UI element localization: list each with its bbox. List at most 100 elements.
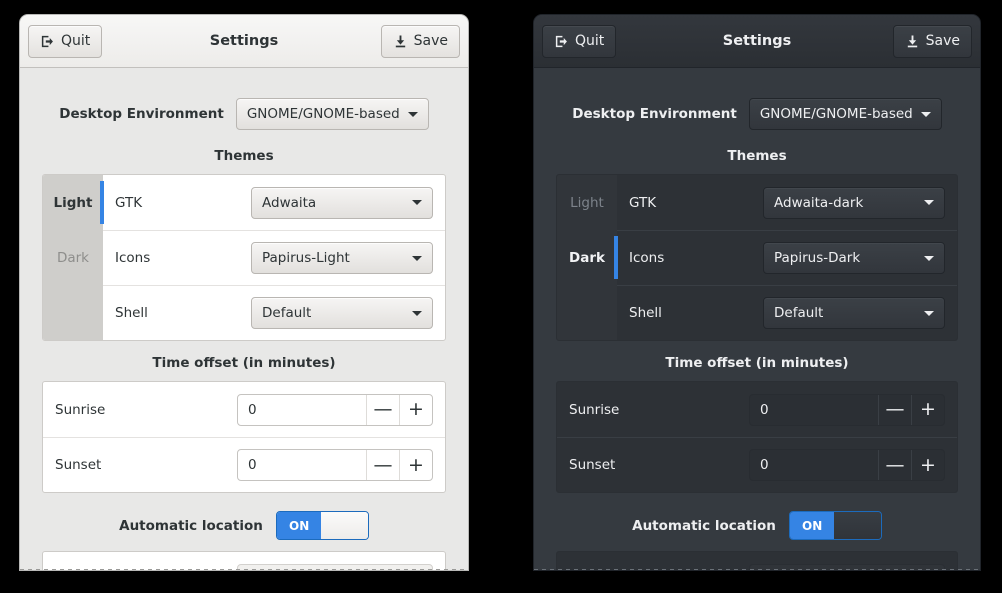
chevron-down-icon bbox=[412, 200, 422, 205]
sunset-stepper[interactable]: 0 — + bbox=[237, 449, 433, 481]
icons-theme-value: Papirus-Dark bbox=[774, 250, 861, 266]
automatic-location-toggle[interactable]: ON bbox=[275, 511, 369, 540]
sunrise-decrement-button[interactable]: — bbox=[878, 394, 911, 425]
icons-theme-value: Papirus-Light bbox=[262, 250, 350, 266]
header-bar: Quit Settings Save bbox=[534, 15, 980, 68]
sunrise-label: Sunrise bbox=[569, 401, 620, 418]
theme-rows: GTK Adwaita Icons Papirus-Light Shell De… bbox=[103, 175, 445, 340]
sidebar-item-light[interactable]: Light bbox=[557, 175, 617, 230]
automatic-location-label: Automatic location bbox=[119, 517, 263, 534]
sunrise-label: Sunrise bbox=[55, 401, 106, 418]
icons-theme-dropdown[interactable]: Papirus-Dark bbox=[763, 242, 945, 274]
sunset-stepper[interactable]: 0 — + bbox=[749, 449, 945, 481]
sunset-label: Sunset bbox=[55, 457, 102, 473]
window-bottom-edge bbox=[534, 569, 980, 570]
sidebar-item-dark-label: Dark bbox=[569, 249, 605, 266]
sunset-value[interactable]: 0 bbox=[750, 450, 878, 480]
desktop-environment-value: GNOME/GNOME-based bbox=[246, 106, 400, 122]
sunset-decrement-button[interactable]: — bbox=[366, 450, 399, 480]
sunrise-stepper[interactable]: 0 — + bbox=[749, 393, 945, 426]
table-row: Sunrise 0 — + bbox=[43, 382, 445, 437]
time-offset-section-title: Time offset (in minutes) bbox=[665, 355, 849, 371]
download-icon bbox=[393, 34, 408, 49]
theme-variant-sidebar: Light Dark bbox=[557, 175, 618, 340]
icons-theme-label: Icons bbox=[115, 250, 151, 266]
icons-theme-dropdown[interactable]: Papirus-Light bbox=[251, 242, 433, 274]
toggle-on-label: ON bbox=[789, 512, 835, 539]
sidebar-item-dark[interactable]: Dark bbox=[43, 230, 103, 285]
sunset-decrement-button[interactable]: — bbox=[878, 450, 911, 480]
table-row: Shell Default bbox=[103, 285, 445, 340]
sidebar-item-dark-label: Dark bbox=[56, 249, 90, 266]
chevron-down-icon bbox=[924, 310, 934, 316]
settings-window-light: Quit Settings Save Desktop Environment G… bbox=[20, 15, 468, 570]
sunset-label: Sunset bbox=[569, 457, 616, 473]
sunset-value[interactable]: 0 bbox=[238, 450, 366, 480]
desktop-environment-value: GNOME/GNOME-based bbox=[759, 106, 913, 122]
exit-icon bbox=[554, 34, 569, 49]
automatic-location-row: Automatic location ON bbox=[556, 511, 958, 540]
screenshot-stage: Quit Settings Save Desktop Environment G… bbox=[0, 0, 1002, 593]
table-row: Shell Default bbox=[617, 285, 957, 340]
sunrise-value[interactable]: 0 bbox=[750, 395, 878, 425]
table-row: City bbox=[43, 552, 445, 570]
automatic-location-toggle[interactable]: ON bbox=[788, 511, 882, 540]
chevron-down-icon bbox=[924, 255, 934, 261]
theme-rows: GTK Adwaita-dark Icons Papirus-Dark Shel… bbox=[617, 175, 957, 340]
save-button[interactable]: Save bbox=[380, 24, 460, 58]
sunset-increment-button[interactable]: + bbox=[911, 450, 944, 480]
download-icon bbox=[905, 34, 920, 49]
time-offset-frame: Sunrise 0 — + Sunset 0 — + bbox=[42, 381, 446, 493]
themes-body: Light Dark GTK Adwaita Icons Papirus-Lig… bbox=[43, 175, 445, 340]
settings-content: Desktop Environment GNOME/GNOME-based Th… bbox=[534, 68, 980, 570]
desktop-environment-label: Desktop Environment bbox=[59, 106, 224, 122]
sidebar-filler bbox=[43, 285, 103, 340]
save-label: Save bbox=[925, 33, 960, 49]
quit-button[interactable]: Quit bbox=[28, 24, 103, 58]
desktop-environment-row: Desktop Environment GNOME/GNOME-based bbox=[42, 68, 446, 134]
save-button[interactable]: Save bbox=[892, 24, 972, 58]
desktop-environment-dropdown[interactable]: GNOME/GNOME-based bbox=[235, 98, 429, 130]
table-row: Icons Papirus-Dark bbox=[617, 230, 957, 285]
themes-section-title: Themes bbox=[727, 148, 787, 164]
settings-content: Desktop Environment GNOME/GNOME-based Th… bbox=[20, 68, 468, 570]
table-row: Sunset 0 — + bbox=[43, 437, 445, 492]
automatic-location-label: Automatic location bbox=[632, 517, 776, 534]
sidebar-item-light-label: Light bbox=[53, 194, 93, 211]
location-frame: City bbox=[556, 551, 958, 570]
window-bottom-edge bbox=[20, 569, 468, 570]
sunrise-stepper[interactable]: 0 — + bbox=[237, 393, 433, 426]
chevron-down-icon bbox=[920, 111, 931, 117]
gtk-theme-dropdown[interactable]: Adwaita-dark bbox=[763, 186, 945, 219]
themes-frame: Light Dark GTK Adwaita-dark Icons Papiru… bbox=[556, 174, 958, 341]
sidebar-item-light[interactable]: Light bbox=[43, 175, 104, 230]
chevron-down-icon bbox=[412, 310, 422, 316]
shell-theme-value: Default bbox=[774, 305, 824, 321]
sunrise-value[interactable]: 0 bbox=[238, 395, 366, 425]
sunrise-increment-button[interactable]: + bbox=[399, 394, 432, 425]
table-row: GTK Adwaita-dark bbox=[617, 175, 957, 230]
desktop-environment-dropdown[interactable]: GNOME/GNOME-based bbox=[748, 98, 942, 130]
themes-section-title: Themes bbox=[214, 148, 274, 164]
themes-frame: Light Dark GTK Adwaita Icons Papirus-Lig… bbox=[42, 174, 446, 341]
sidebar-item-dark[interactable]: Dark bbox=[557, 230, 618, 285]
shell-theme-dropdown[interactable]: Default bbox=[763, 297, 945, 329]
table-row: Icons Papirus-Light bbox=[103, 230, 445, 285]
time-offset-section-title: Time offset (in minutes) bbox=[152, 355, 336, 371]
themes-body: Light Dark GTK Adwaita-dark Icons Papiru… bbox=[557, 175, 957, 340]
quit-button[interactable]: Quit bbox=[542, 24, 617, 58]
sunrise-decrement-button[interactable]: — bbox=[366, 394, 399, 425]
settings-window-dark: Quit Settings Save Desktop Environment G… bbox=[534, 15, 980, 570]
gtk-theme-label: GTK bbox=[629, 194, 657, 211]
table-row: City bbox=[557, 552, 957, 570]
gtk-theme-dropdown[interactable]: Adwaita bbox=[251, 186, 433, 219]
exit-icon bbox=[40, 34, 55, 49]
table-row: Sunset 0 — + bbox=[557, 437, 957, 492]
sunrise-increment-button[interactable]: + bbox=[911, 394, 944, 425]
sunset-increment-button[interactable]: + bbox=[399, 450, 432, 480]
toggle-on-label: ON bbox=[276, 512, 322, 539]
table-row: Sunrise 0 — + bbox=[557, 382, 957, 437]
chevron-down-icon bbox=[412, 255, 422, 261]
shell-theme-dropdown[interactable]: Default bbox=[251, 297, 433, 329]
header-bar: Quit Settings Save bbox=[20, 15, 468, 68]
